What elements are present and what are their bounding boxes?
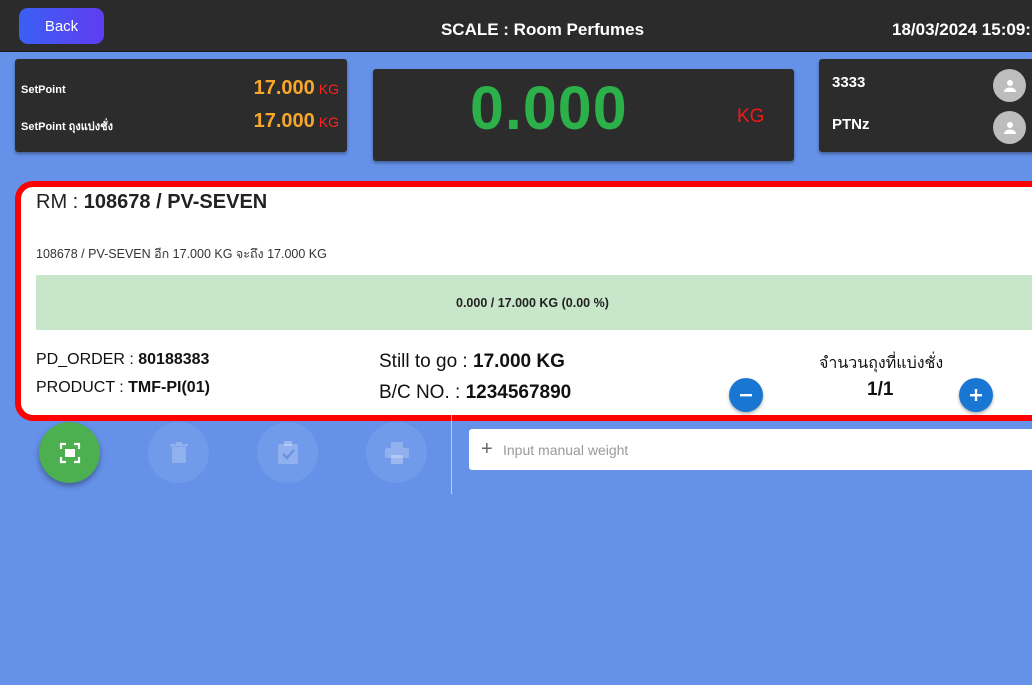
clipboard-check-icon — [277, 440, 298, 464]
setpoint-bag-value: 17.000 KG — [254, 110, 339, 133]
printer-icon — [384, 441, 409, 464]
person-icon[interactable] — [993, 69, 1026, 102]
datetime-display: 18/03/2024 15:09: — [892, 20, 1031, 39]
decrease-bag-button[interactable] — [729, 378, 763, 412]
page-title-text: SCALE : Room Perfumes — [440, 20, 645, 39]
users-panel: 3333 PTNz — [819, 59, 1032, 152]
setpoint-row: SetPoint 17.000 KG — [21, 77, 339, 103]
rm-card: RM : 108678 / PV-SEVEN 108678 / PV-SEVEN… — [15, 181, 1032, 421]
bag-count-value: 1/1 — [867, 379, 894, 400]
plus-icon: + — [481, 438, 493, 460]
delete-button[interactable] — [148, 422, 209, 483]
setpoint-value: 17.000 KG — [254, 77, 339, 100]
vertical-divider — [451, 414, 452, 494]
pd-order-label: PD_ORDER : — [36, 351, 139, 368]
rm-title-prefix: RM : — [36, 191, 84, 213]
product-label: PRODUCT : — [36, 379, 129, 396]
setpoint-bag-unit: KG — [318, 114, 339, 130]
rm-title-value: 108678 / PV-SEVEN — [83, 191, 268, 213]
page-title: SCALE : Room Perfumes — [0, 20, 1032, 40]
rm-title: RM : 108678 / PV-SEVEN — [36, 191, 267, 214]
bc-number-value: 1234567890 — [465, 382, 572, 403]
setpoint-unit: KG — [318, 81, 339, 97]
still-to-go-label: Still to go : — [379, 351, 473, 372]
person-icon[interactable] — [993, 111, 1026, 144]
increase-bag-button[interactable] — [959, 378, 993, 412]
bc-number-label: B/C NO. : — [379, 382, 466, 403]
pd-order: PD_ORDER : 80188383 — [36, 351, 209, 369]
rm-subtitle: 108678 / PV-SEVEN อีก 17.000 KG จะถึง 17… — [36, 247, 327, 261]
confirm-button[interactable] — [257, 422, 318, 483]
user-row: PTNz — [832, 111, 1032, 144]
scan-icon — [59, 442, 80, 463]
user-row: 3333 — [832, 69, 1032, 102]
manual-weight-input[interactable] — [503, 441, 1023, 458]
print-button[interactable] — [366, 422, 427, 483]
product-value: TMF-PI(01) — [128, 379, 210, 396]
setpoint-number: 17.000 — [253, 77, 315, 99]
weight-display-panel: 0.000 KG — [373, 69, 794, 161]
bc-number: B/C NO. : 1234567890 — [379, 382, 571, 404]
minus-icon — [740, 394, 752, 397]
trash-icon — [169, 441, 188, 463]
weight-unit: KG — [737, 106, 765, 127]
still-to-go: Still to go : 17.000 KG — [379, 351, 565, 373]
plus-icon — [970, 389, 982, 401]
bag-count-label: จำนวนถุงที่แบ่งชั่ง — [819, 355, 944, 372]
setpoint-label: SetPoint — [21, 84, 66, 96]
current-weight: 0.000 — [470, 74, 628, 142]
pd-order-value: 80188383 — [138, 351, 210, 368]
user-name: PTNz — [832, 116, 870, 133]
still-to-go-value: 17.000 KG — [473, 351, 565, 372]
scan-button[interactable] — [39, 422, 100, 483]
setpoint-bag-label: SetPoint ถุงแบ่งชั่ง — [21, 121, 113, 133]
progress-text: 0.000 / 17.000 KG (0.00 %) — [456, 295, 609, 310]
setpoint-panel: SetPoint 17.000 KG SetPoint ถุงแบ่งชั่ง 1… — [15, 59, 347, 152]
top-bar: Back SCALE : Room Perfumes 18/03/2024 15… — [0, 0, 1032, 52]
product: PRODUCT : TMF-PI(01) — [36, 379, 210, 397]
manual-weight-field[interactable]: + — [469, 429, 1032, 470]
weigh-progress-bar: 0.000 / 17.000 KG (0.00 %) — [36, 275, 1032, 330]
setpoint-bag-row: SetPoint ถุงแบ่งชั่ง 17.000 KG — [21, 110, 339, 136]
user-name: 3333 — [832, 74, 866, 91]
setpoint-bag-number: 17.000 — [253, 110, 315, 132]
